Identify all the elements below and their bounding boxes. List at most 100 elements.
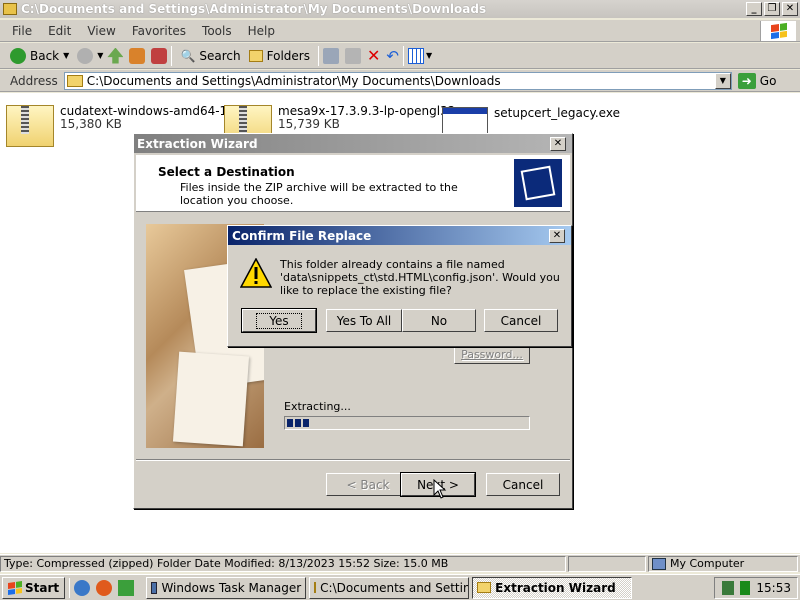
cancel-button[interactable]: Cancel xyxy=(486,473,560,496)
warning-icon xyxy=(240,258,272,288)
window-title: C:\Documents and Settings\Administrator\… xyxy=(21,2,487,16)
confirm-close-button[interactable]: ✕ xyxy=(549,229,565,243)
close-button[interactable]: ✕ xyxy=(782,2,798,16)
confirm-title: Confirm File Replace xyxy=(232,228,372,243)
taskbar-item-label: Windows Task Manager xyxy=(161,580,302,595)
wizard-header-title: Select a Destination xyxy=(158,165,295,179)
status-blank xyxy=(568,555,646,572)
no-button[interactable]: No xyxy=(402,309,476,332)
folders-icon xyxy=(248,49,263,62)
wizard-header-subtitle: Files inside the ZIP archive will be ext… xyxy=(180,181,458,207)
folder-icon xyxy=(477,582,492,593)
yes-to-all-button[interactable]: Yes To All xyxy=(326,309,402,332)
menu-bar: File Edit View Favorites Tools Help xyxy=(0,20,800,42)
cancel-button-label: Cancel xyxy=(502,477,544,492)
extracting-label: Extracting... xyxy=(284,400,351,413)
clock: 15:53 xyxy=(756,581,791,595)
copy-to-icon[interactable] xyxy=(151,47,168,64)
windows-flag-icon xyxy=(8,580,22,595)
yes-to-all-label: Yes To All xyxy=(336,313,392,328)
wizard-separator xyxy=(136,459,570,461)
menu-edit[interactable]: Edit xyxy=(40,24,79,38)
extraction-progress-bar xyxy=(284,416,530,430)
taskbar-item-label: C:\Documents and Settin... xyxy=(320,580,470,595)
confirm-cancel-button[interactable]: Cancel xyxy=(484,309,558,332)
minimize-button[interactable]: _ xyxy=(746,2,762,16)
search-button[interactable]: 🔍 Search xyxy=(176,45,244,67)
system-tray: 15:53 xyxy=(714,577,798,599)
menu-tools[interactable]: Tools xyxy=(194,24,240,38)
move-icon[interactable] xyxy=(322,47,339,64)
address-dropdown-icon[interactable]: ▼ xyxy=(714,72,731,89)
wizard-close-button[interactable]: ✕ xyxy=(550,137,566,151)
status-bar: Type: Compressed (zipped) Folder Date Mo… xyxy=(0,554,800,572)
taskbar-item-explorer[interactable]: C:\Documents and Settin... xyxy=(309,576,470,599)
folders-button[interactable]: Folders xyxy=(245,45,314,67)
menu-file[interactable]: File xyxy=(4,24,40,38)
browser-icon[interactable] xyxy=(96,579,113,596)
menu-favorites[interactable]: Favorites xyxy=(124,24,194,38)
go-label: Go xyxy=(759,73,777,88)
address-label: Address xyxy=(10,73,58,88)
mouse-cursor-icon xyxy=(433,479,447,499)
yes-button[interactable]: Yes xyxy=(241,308,317,333)
file-size: 15,380 KB xyxy=(60,117,122,131)
confirm-titlebar: Confirm File Replace ✕ xyxy=(228,226,571,245)
menu-help[interactable]: Help xyxy=(240,24,283,38)
move-to-icon[interactable] xyxy=(129,47,146,64)
confirm-message: This folder already contains a file name… xyxy=(280,258,560,297)
forward-button[interactable]: ▼ xyxy=(73,45,107,67)
delete-icon[interactable]: ✕ xyxy=(367,46,380,65)
show-desktop-icon[interactable] xyxy=(118,579,135,596)
undo-icon[interactable]: ↶ xyxy=(386,47,399,65)
folder-icon xyxy=(3,3,17,15)
no-label: No xyxy=(430,313,448,328)
back-button-label: < Back xyxy=(346,477,390,492)
menu-view[interactable]: View xyxy=(79,24,123,38)
password-button[interactable]: Password... xyxy=(454,344,530,364)
windows-logo xyxy=(760,21,796,41)
back-label: Back xyxy=(30,48,60,63)
zip-documents-icon xyxy=(514,159,562,207)
wizard-title: Extraction Wizard xyxy=(137,136,258,151)
wizard-header: Select a Destination Files inside the ZI… xyxy=(136,155,570,212)
start-button[interactable]: Start xyxy=(2,576,66,599)
forward-dropdown-icon: ▼ xyxy=(97,51,104,60)
file-size: 15,739 KB xyxy=(278,117,340,131)
ie-icon[interactable] xyxy=(74,579,91,596)
explorer-titlebar: C:\Documents and Settings\Administrator\… xyxy=(0,0,800,18)
back-arrow-icon xyxy=(10,47,26,64)
folder-icon xyxy=(314,582,317,593)
copy-icon[interactable] xyxy=(344,47,361,64)
search-icon: 🔍 xyxy=(180,48,196,63)
wizard-titlebar: Extraction Wizard ✕ xyxy=(134,134,572,153)
standard-toolbar: Back ▼ ▼ 🔍 Search Folders ✕ ↶ ▼ xyxy=(0,43,800,69)
taskbar-item-label: Extraction Wizard xyxy=(495,580,616,595)
status-zone-label: My Computer xyxy=(670,557,745,570)
quicklaunch-separator xyxy=(69,577,71,598)
start-label: Start xyxy=(25,580,60,595)
tray-network-icon[interactable] xyxy=(722,581,735,595)
toolbar-separator xyxy=(171,45,173,66)
my-computer-icon xyxy=(652,557,666,570)
back-button[interactable]: Back ▼ xyxy=(6,45,73,67)
folders-label: Folders xyxy=(266,48,310,63)
views-icon[interactable] xyxy=(407,47,424,64)
taskbar-item-task-manager[interactable]: Windows Task Manager xyxy=(146,576,307,599)
file-name: setupcert_legacy.exe xyxy=(494,106,620,120)
taskbar: Start Windows Task Manager C:\Documents … xyxy=(0,574,800,600)
yes-label: Yes xyxy=(256,312,302,329)
tray-cpu-icon[interactable] xyxy=(740,581,751,595)
search-label: Search xyxy=(199,48,241,63)
address-input[interactable]: C:\Documents and Settings\Administrator\… xyxy=(63,71,732,90)
back-button[interactable]: < Back xyxy=(326,473,410,496)
restore-button[interactable]: ❐ xyxy=(764,2,780,16)
views-dropdown-icon[interactable]: ▼ xyxy=(426,51,432,60)
address-value: C:\Documents and Settings\Administrator\… xyxy=(86,73,501,88)
windows-flag-icon xyxy=(770,22,787,40)
go-arrow-icon: ➜ xyxy=(737,72,756,89)
up-folder-icon[interactable] xyxy=(107,47,124,64)
go-button[interactable]: ➜ Go xyxy=(737,72,777,89)
taskbar-item-extraction-wizard[interactable]: Extraction Wizard xyxy=(472,576,633,599)
toolbar-separator xyxy=(317,45,319,66)
